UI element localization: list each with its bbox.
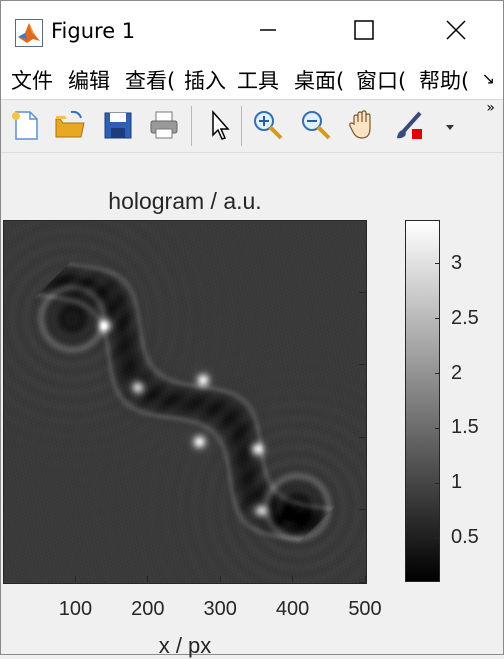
y-tick-mark bbox=[359, 291, 365, 293]
brush-button[interactable] bbox=[393, 108, 427, 142]
menu-file[interactable]: 文件 bbox=[11, 65, 53, 95]
menu-help[interactable]: 帮助( bbox=[419, 65, 469, 95]
window-title: Figure 1 bbox=[51, 19, 136, 43]
y-tick-mark bbox=[359, 364, 365, 366]
pan-hand-icon bbox=[349, 110, 371, 139]
x-tick-mark bbox=[219, 576, 221, 582]
close-button[interactable] bbox=[433, 11, 479, 49]
colorbar-tick-mark bbox=[435, 318, 440, 320]
zoom-in-icon bbox=[254, 111, 283, 140]
x-tick-mark bbox=[147, 576, 149, 582]
maximize-icon bbox=[354, 20, 374, 40]
close-icon bbox=[446, 20, 466, 40]
colorbar-tick-mark bbox=[435, 373, 440, 375]
toolbar-separator bbox=[191, 106, 192, 146]
x-tick-mark bbox=[292, 576, 294, 582]
colorbar-tick-mark bbox=[435, 537, 440, 539]
select-pointer-button[interactable] bbox=[203, 108, 237, 142]
minimize-icon bbox=[260, 29, 276, 31]
x-tick-label: 100 bbox=[58, 598, 93, 620]
hologram-image[interactable] bbox=[3, 220, 366, 583]
title-bar: Figure 1 bbox=[1, 1, 503, 59]
print-button[interactable] bbox=[147, 108, 181, 142]
toolbar-separator bbox=[241, 106, 242, 146]
menu-window[interactable]: 窗口( bbox=[356, 65, 406, 95]
toolbar: » bbox=[1, 100, 503, 153]
colorbar-tick-mark bbox=[435, 427, 440, 429]
toolbar-overflow-icon[interactable]: » bbox=[486, 100, 495, 116]
x-tick-label: 500 bbox=[348, 598, 382, 620]
print-icon bbox=[150, 111, 178, 139]
new-figure-icon bbox=[12, 111, 38, 140]
pan-button[interactable] bbox=[346, 108, 380, 142]
zoom-out-button[interactable] bbox=[299, 108, 333, 142]
brush-icon bbox=[397, 111, 422, 139]
y-tick-mark bbox=[359, 436, 365, 438]
colorbar-tick-label: 1.5 bbox=[451, 416, 479, 439]
minimize-button[interactable] bbox=[245, 11, 291, 49]
y-tick-mark bbox=[359, 509, 365, 511]
plot-title: hologram / a.u. bbox=[108, 188, 262, 214]
x-tick-label: 400 bbox=[275, 598, 310, 620]
open-file-icon bbox=[55, 110, 85, 138]
menu-tools[interactable]: 工具 bbox=[237, 65, 279, 95]
x-tick-mark bbox=[74, 576, 76, 582]
zoom-out-icon bbox=[302, 111, 331, 140]
menu-bar: 文件 编辑 查看( 插入 工具 桌面( 窗口( 帮助( ↘ bbox=[1, 59, 503, 100]
maximize-button[interactable] bbox=[341, 11, 387, 49]
menu-overflow-icon[interactable]: ↘ bbox=[482, 69, 495, 88]
y-tick-mark bbox=[359, 581, 365, 583]
menu-insert[interactable]: 插入 bbox=[184, 65, 226, 95]
pointer-icon bbox=[212, 110, 230, 140]
save-icon bbox=[104, 112, 132, 139]
colorbar-tick-label: 2.5 bbox=[451, 306, 479, 329]
open-file-button[interactable] bbox=[53, 108, 87, 142]
colorbar bbox=[405, 220, 440, 582]
matlab-logo-icon bbox=[15, 19, 43, 47]
colorbar-tick-label: 3 bbox=[451, 251, 463, 274]
x-tick-label: 300 bbox=[203, 598, 237, 620]
dropdown-arrow-icon bbox=[446, 125, 454, 130]
colorbar-tick-label: 2 bbox=[451, 361, 463, 384]
colorbar-tick-label: 1 bbox=[451, 471, 463, 494]
new-figure-button[interactable] bbox=[9, 108, 43, 142]
brush-dropdown-button[interactable] bbox=[433, 108, 454, 142]
colorbar-tick-mark bbox=[435, 482, 440, 484]
colorbar-tick-label: 0.5 bbox=[451, 526, 479, 549]
save-button[interactable] bbox=[101, 108, 135, 142]
x-axis-label: x / px bbox=[158, 633, 212, 658]
menu-view[interactable]: 查看( bbox=[125, 65, 175, 95]
zoom-in-button[interactable] bbox=[251, 108, 285, 142]
colorbar-tick-mark bbox=[435, 263, 440, 265]
menu-edit[interactable]: 编辑 bbox=[68, 65, 110, 95]
x-tick-label: 200 bbox=[131, 598, 165, 620]
menu-desktop[interactable]: 桌面( bbox=[294, 65, 344, 95]
